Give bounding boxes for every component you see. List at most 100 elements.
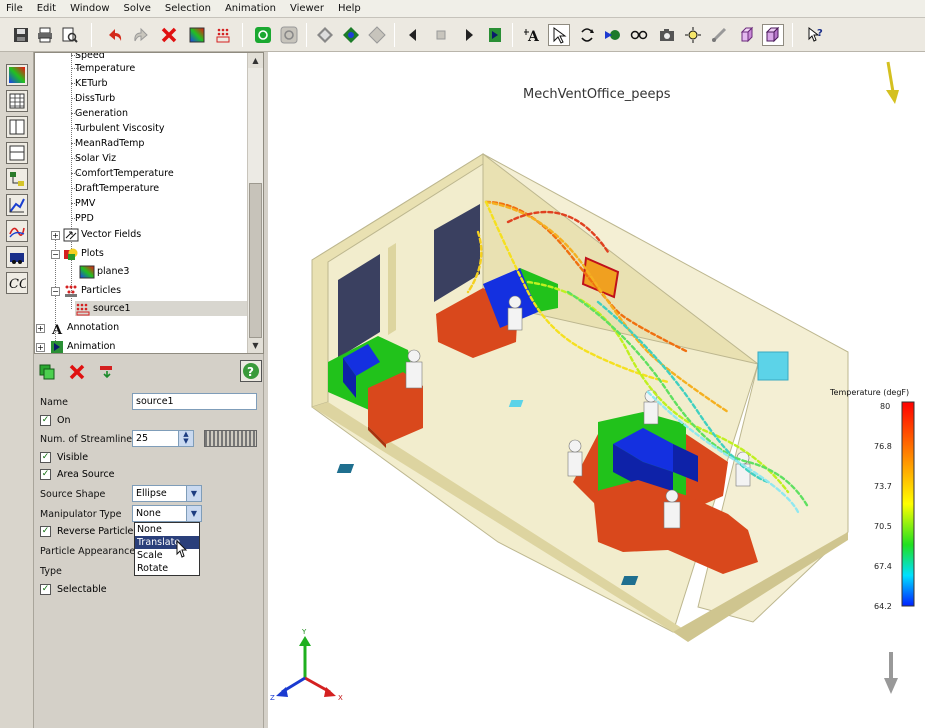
tree-item-generation[interactable]: Generation [71,106,128,121]
tree-item-vector-fields[interactable]: Vector Fields [63,227,141,242]
tree-item-animation[interactable]: Animation [49,339,115,353]
expander-plots[interactable]: − [51,250,60,259]
tree-item-ppd[interactable]: PPD [71,211,94,226]
network-icon[interactable] [6,168,28,190]
look-at-icon[interactable] [628,24,650,46]
tree-item-temperature[interactable]: Temperature [71,61,135,76]
room-model[interactable] [268,52,925,728]
mesh-icon[interactable] [314,24,336,46]
tree-item-comfort-temperature[interactable]: ComfortTemperature [71,166,174,181]
redo-icon[interactable] [130,24,152,46]
expander-particles[interactable]: − [51,287,60,296]
print-preview-icon[interactable] [58,24,80,46]
reset-view-icon[interactable] [366,24,388,46]
manipulator-type-value: None [136,508,161,519]
camera-icon[interactable] [656,24,678,46]
cube-view-icon[interactable] [736,24,758,46]
help-icon[interactable]: ? [240,360,262,382]
menu-selection[interactable]: Selection [165,3,211,14]
scroll-down-icon[interactable]: ▼ [248,338,263,353]
chevron-down-icon[interactable]: ▼ [186,486,201,501]
save-icon[interactable] [10,24,32,46]
gravity-arrow-icon[interactable] [884,652,898,694]
copy-object-icon[interactable] [38,363,56,381]
play-icon[interactable] [458,24,480,46]
spin-arrows-icon[interactable]: ▲ ▼ [178,431,193,446]
source-shape-select[interactable]: Ellipse ▼ [132,485,202,502]
tree-item-pmv[interactable]: PMV [71,196,95,211]
panel-layout-icon[interactable] [6,116,28,138]
3d-viewport[interactable]: MechVentOffice_peeps Temperature (degF) … [268,52,925,728]
particle-source-icon[interactable] [212,24,234,46]
on-checkbox[interactable]: ✓ [40,415,51,426]
context-help-icon[interactable]: ? [804,24,826,46]
streamlines-spinbox[interactable]: 25 ▲ ▼ [132,430,194,447]
tree-item-label: source1 [93,303,131,314]
dropdown-option-rotate[interactable]: Rotate [135,562,199,575]
table-icon[interactable] [6,90,28,112]
split-view-icon[interactable] [6,142,28,164]
menu-solve[interactable]: Solve [124,3,151,14]
script-icon[interactable]: CC [6,272,28,294]
solve-icon[interactable] [252,24,274,46]
expander-vector-fields[interactable]: + [51,231,60,240]
graph-icon[interactable] [6,194,28,216]
tree-item-keturb[interactable]: KETurb [71,76,108,91]
tree-item-plots[interactable]: Plots [63,246,104,261]
area-source-checkbox[interactable]: ✓ [40,469,51,480]
stop-solve-icon[interactable] [278,24,300,46]
menu-animation[interactable]: Animation [225,3,276,14]
light-icon[interactable] [682,24,704,46]
dropdown-option-none[interactable]: None [135,523,199,536]
tree-item-draft-temperature[interactable]: DraftTemperature [71,181,159,196]
tree-item-dissturb[interactable]: DissTurb [71,91,115,106]
tree-item-source1[interactable]: source1 [75,301,247,316]
measure-icon[interactable] [708,24,730,46]
delete-object-icon[interactable] [68,363,86,381]
menu-help[interactable]: Help [338,3,361,14]
visible-checkbox[interactable]: ✓ [40,452,51,463]
select-pointer-icon[interactable] [548,24,570,46]
expander-annotation[interactable]: + [36,324,45,333]
plot-tool-icon[interactable] [6,64,28,86]
menu-bar: File Edit Window Solve Selection Animati… [0,0,925,18]
name-field[interactable]: source1 [132,393,257,410]
box-view-icon[interactable] [762,24,784,46]
reverse-particles-checkbox[interactable]: ✓ [40,526,51,537]
menu-edit[interactable]: Edit [37,3,56,14]
left-tool-bar: CC [0,52,34,728]
tree-item-solar-viz[interactable]: Solar Viz [71,151,116,166]
menu-viewer[interactable]: Viewer [290,3,324,14]
manipulator-type-select[interactable]: None ▼ [132,505,202,522]
fly-through-icon[interactable] [602,24,624,46]
tree-item-turbulent-viscosity[interactable]: Turbulent Viscosity [71,121,164,136]
selectable-checkbox[interactable]: ✓ [40,584,51,595]
tree-item-annotation[interactable]: A Annotation [49,320,119,335]
tree-item-particles[interactable]: Particles [63,283,121,298]
scroll-up-icon[interactable]: ▲ [248,53,263,68]
annotation-icon[interactable]: A [522,24,544,46]
hvac-icon[interactable] [6,246,28,268]
north-arrow-icon[interactable] [886,61,899,104]
xy-plot-icon[interactable] [6,220,28,242]
reverse-particles-label: Reverse Particle [57,526,134,537]
delete-icon[interactable] [158,24,180,46]
chevron-down-icon[interactable]: ▼ [186,506,201,521]
scroll-thumb[interactable] [249,183,262,338]
record-icon[interactable] [484,24,506,46]
sphere-view-icon[interactable] [340,24,362,46]
tree-item-plane3[interactable]: plane3 [79,264,129,279]
print-icon[interactable] [34,24,56,46]
expander-animation[interactable]: + [36,343,45,352]
tree-scrollbar[interactable]: ▲ ▼ [247,53,263,353]
rotate-view-icon[interactable] [576,24,598,46]
move-object-icon[interactable] [98,363,116,381]
undo-icon[interactable] [104,24,126,46]
menu-file[interactable]: File [6,3,23,14]
tree-item-meanradtemp[interactable]: MeanRadTemp [71,136,144,151]
stop-icon[interactable] [430,24,452,46]
menu-window[interactable]: Window [70,3,109,14]
streamlines-slider[interactable] [204,430,257,447]
step-back-icon[interactable] [402,24,424,46]
plot-icon[interactable] [186,24,208,46]
